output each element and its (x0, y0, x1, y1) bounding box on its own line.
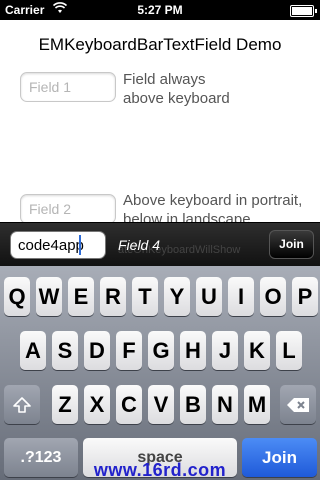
keyboard-bar: ateOnKeyboardWillShow Field 4 Join (0, 222, 320, 267)
key-x[interactable]: X (84, 385, 110, 424)
field-1-desc-line2: above keyboard (123, 90, 230, 107)
key-j[interactable]: J (212, 331, 238, 370)
battery-icon (290, 5, 317, 17)
key-n[interactable]: N (212, 385, 238, 424)
key-t[interactable]: T (132, 277, 158, 316)
key-c[interactable]: C (116, 385, 142, 424)
key-k[interactable]: K (244, 331, 270, 370)
key-z[interactable]: Z (52, 385, 78, 424)
shift-key[interactable] (4, 385, 40, 424)
key-f[interactable]: F (116, 331, 142, 370)
key-g[interactable]: G (148, 331, 174, 370)
key-r[interactable]: R (100, 277, 126, 316)
field-1-desc-line1: Field always (123, 71, 206, 88)
keyboard-bar-field-label: Field 4 (118, 237, 161, 253)
keyboard-bar-join-button[interactable]: Join (269, 230, 314, 259)
key-d[interactable]: D (84, 331, 110, 370)
field-2-desc-line1: Above keyboard in portrait, (123, 192, 303, 209)
field-1-input[interactable] (20, 72, 116, 102)
key-h[interactable]: H (180, 331, 206, 370)
key-o[interactable]: O (260, 277, 286, 316)
text-caret (79, 235, 81, 255)
key-w[interactable]: W (36, 277, 62, 316)
key-q[interactable]: Q (4, 277, 30, 316)
clock: 5:27 PM (137, 3, 183, 17)
key-b[interactable]: B (180, 385, 206, 424)
backspace-icon (287, 397, 309, 412)
field-2-input[interactable] (20, 194, 116, 224)
key-l[interactable]: L (276, 331, 302, 370)
field-1-description: Field always above keyboard (123, 70, 313, 108)
watermark-text: www.16rd.com (93, 460, 227, 480)
key-y[interactable]: Y (164, 277, 190, 316)
key-s[interactable]: S (52, 331, 78, 370)
status-bar: Carrier 5:27 PM (0, 0, 320, 20)
key-e[interactable]: E (68, 277, 94, 316)
backspace-key[interactable] (280, 385, 316, 424)
key-v[interactable]: V (148, 385, 174, 424)
key-u[interactable]: U (196, 277, 222, 316)
key-i[interactable]: I (228, 277, 254, 316)
key-a[interactable]: A (20, 331, 46, 370)
page-title: EMKeyboardBarTextField Demo (38, 35, 282, 54)
keyboard-bar-input[interactable] (10, 231, 106, 259)
shift-icon (13, 396, 31, 413)
keyboard: Q W E R T Y U I O P A S D F G H J K L Z … (0, 266, 320, 480)
key-p[interactable]: P (292, 277, 318, 316)
key-m[interactable]: M (244, 385, 270, 424)
